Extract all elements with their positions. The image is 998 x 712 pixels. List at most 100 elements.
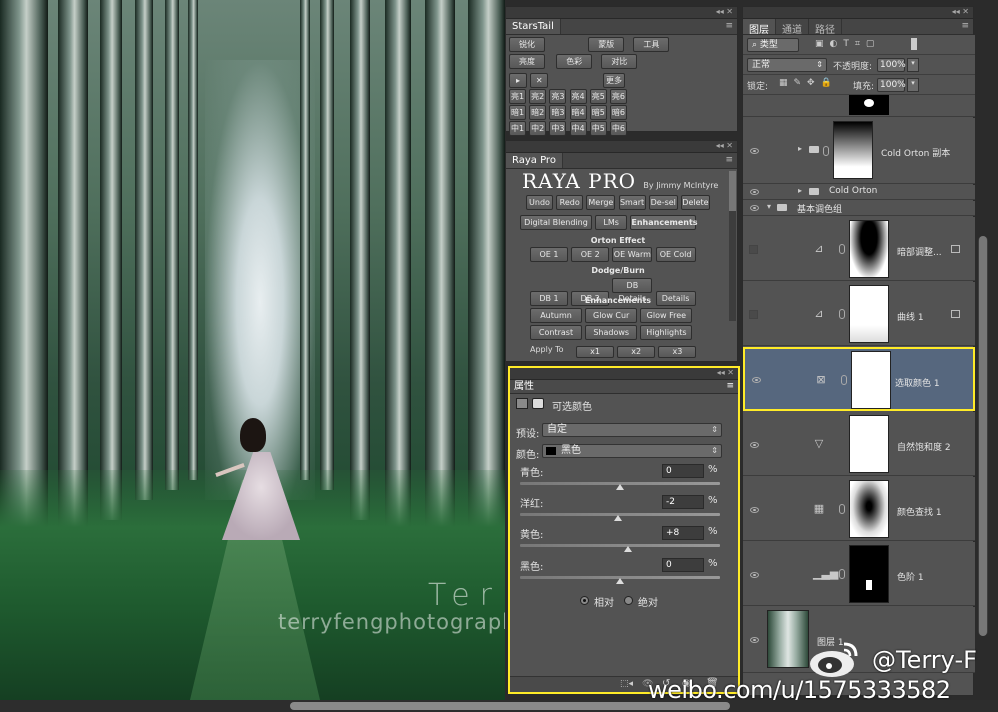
black-input[interactable]: 0 bbox=[662, 558, 704, 572]
tab-starstail[interactable]: StarsTail bbox=[506, 19, 561, 34]
properties-tab[interactable]: 属性 ≡ bbox=[510, 380, 738, 394]
delete-button[interactable]: Delete bbox=[680, 195, 710, 210]
layer-row-cold-orton-copy[interactable]: ▸ Cold Orton 副本 bbox=[743, 118, 975, 184]
visibility-eye-icon[interactable] bbox=[750, 572, 759, 578]
glow-free-button[interactable]: Glow Free bbox=[640, 308, 693, 323]
layer-name[interactable]: 暗部调整... bbox=[897, 245, 942, 258]
undo-button[interactable]: Undo bbox=[526, 195, 553, 210]
play-icon[interactable]: ▸ bbox=[509, 73, 527, 88]
visibility-toggle-off[interactable] bbox=[749, 310, 758, 319]
blend-mode-select[interactable]: 正常 ⇕ bbox=[747, 58, 827, 72]
layer-row-levels[interactable]: ▁▃▅ 色阶 1 bbox=[743, 542, 975, 606]
starstail-button[interactable]: 中5 bbox=[589, 121, 607, 136]
tab-lms[interactable]: LMs bbox=[595, 215, 628, 230]
layer-thumbnail[interactable] bbox=[767, 610, 809, 668]
layer-mask-thumbnail[interactable] bbox=[849, 220, 889, 278]
opacity-input[interactable]: 100% bbox=[877, 58, 906, 72]
preset-select[interactable]: 自定 ⇕ bbox=[542, 423, 722, 437]
starstail-button[interactable]: 色彩 bbox=[556, 54, 593, 69]
filter-icons[interactable]: ▣◐T⌗▢ bbox=[815, 39, 880, 49]
layer-row-selective-color[interactable]: ⊠ 选取颜色 1 bbox=[743, 347, 975, 411]
layer-row-shadow-adjust[interactable]: ⊿ 暗部调整... bbox=[743, 217, 975, 281]
tab-layers[interactable]: 图层 bbox=[743, 19, 776, 36]
highlights-button[interactable]: Highlights bbox=[640, 325, 693, 340]
layer-name[interactable]: 选取颜色 1 bbox=[895, 376, 940, 389]
layer-name[interactable]: 色阶 1 bbox=[897, 570, 924, 583]
layer-group-basic-color[interactable]: ▾ 基本调色组 bbox=[743, 201, 975, 216]
tab-channels[interactable]: 通道 bbox=[776, 19, 809, 36]
glow-cur-button[interactable]: Glow Cur bbox=[585, 308, 638, 323]
oe2-button[interactable]: OE 2 bbox=[571, 247, 610, 262]
layer-mask-thumbnail[interactable] bbox=[849, 480, 889, 538]
layer-row-cold-orton[interactable]: ▸ Cold Orton bbox=[743, 185, 975, 200]
relative-radio[interactable] bbox=[580, 596, 589, 605]
visibility-eye-icon[interactable] bbox=[750, 507, 759, 513]
layer-name[interactable]: 颜色查找 1 bbox=[897, 505, 942, 518]
layer-name[interactable]: 基本调色组 bbox=[797, 202, 842, 215]
starstail-button[interactable]: 中1 bbox=[509, 121, 526, 136]
raya-scroll-thumb[interactable] bbox=[729, 171, 736, 211]
raya-scrollbar[interactable] bbox=[729, 171, 736, 321]
panel-menu-icon[interactable]: ≡ bbox=[725, 155, 733, 165]
visibility-eye-icon[interactable] bbox=[750, 637, 759, 643]
visibility-eye-icon[interactable] bbox=[750, 189, 759, 195]
visibility-toggle-off[interactable] bbox=[749, 245, 758, 254]
layer-row-curves[interactable]: ⊿ 曲线 1 bbox=[743, 282, 975, 346]
filter-toggle-icon[interactable] bbox=[911, 38, 917, 50]
starstail-button[interactable]: 中4 bbox=[569, 121, 587, 136]
panel-menu-icon[interactable]: ≡ bbox=[725, 21, 733, 31]
db-details-button[interactable]: DB Details bbox=[612, 278, 653, 303]
tab-digital-blending[interactable]: Digital Blending bbox=[520, 215, 592, 230]
clip-to-layer-icon[interactable]: ⬚◂ bbox=[620, 679, 633, 689]
opacity-dropdown-icon[interactable]: ▾ bbox=[907, 58, 919, 72]
panel-menu-icon[interactable]: ≡ bbox=[961, 21, 969, 31]
link-icon[interactable] bbox=[839, 244, 845, 254]
starstail-button[interactable]: 暗4 bbox=[569, 105, 587, 120]
collapse-icon[interactable]: ◂◂ ✕ bbox=[716, 7, 733, 16]
starstail-button[interactable]: 中3 bbox=[549, 121, 567, 136]
starstail-button[interactable]: 蒙版 bbox=[588, 37, 625, 52]
shadows-button[interactable]: Shadows bbox=[585, 325, 638, 340]
layer-mask-thumbnail[interactable] bbox=[849, 545, 889, 603]
layer-mask-thumbnail[interactable] bbox=[849, 415, 889, 473]
layer-name[interactable]: Cold Orton bbox=[829, 186, 877, 196]
starstail-button[interactable]: 工具 bbox=[633, 37, 670, 52]
magenta-input[interactable]: -2 bbox=[662, 495, 704, 509]
starstail-button[interactable]: 对比 bbox=[601, 54, 638, 69]
magenta-slider-thumb[interactable] bbox=[614, 515, 622, 521]
starstail-button[interactable]: 锐化 bbox=[509, 37, 545, 52]
cyan-slider-thumb[interactable] bbox=[616, 484, 624, 490]
link-icon[interactable] bbox=[823, 146, 829, 156]
visibility-eye-icon[interactable] bbox=[750, 148, 759, 154]
contrast-button[interactable]: Contrast bbox=[530, 325, 582, 340]
layer-row-vibrance[interactable]: ▽ 自然饱和度 2 bbox=[743, 412, 975, 476]
mask-icon[interactable] bbox=[532, 398, 544, 409]
starstail-button[interactable]: 亮5 bbox=[589, 89, 607, 104]
link-icon[interactable] bbox=[839, 569, 845, 579]
stop-icon[interactable]: ✕ bbox=[530, 73, 549, 88]
merge-button[interactable]: Merge bbox=[586, 195, 616, 210]
collapse-icon[interactable]: ◂◂ ✕ bbox=[716, 141, 733, 150]
tab-enhancements[interactable]: Enhancements bbox=[630, 215, 698, 230]
oe-warm-button[interactable]: OE Warm bbox=[612, 247, 653, 262]
tab-raya-pro[interactable]: Raya Pro bbox=[506, 153, 563, 168]
document-canvas[interactable]: Terry F terryfengphotography.lofter.com bbox=[0, 0, 505, 700]
black-slider-thumb[interactable] bbox=[616, 578, 624, 584]
layer-mask-thumbnail[interactable] bbox=[849, 285, 889, 343]
starstail-button[interactable]: 中6 bbox=[609, 121, 627, 136]
starstail-button[interactable]: 亮度 bbox=[509, 54, 545, 69]
starstail-button[interactable]: 暗6 bbox=[609, 105, 627, 120]
horizontal-scroll-thumb[interactable] bbox=[290, 702, 730, 710]
oe-cold-button[interactable]: OE Cold bbox=[655, 247, 696, 262]
apply-x1-button[interactable]: x1 bbox=[576, 346, 614, 358]
expand-arrow-icon[interactable]: ▸ bbox=[798, 186, 802, 195]
starstail-button[interactable]: 亮4 bbox=[569, 89, 587, 104]
collapse-arrow-icon[interactable]: ▾ bbox=[767, 202, 771, 211]
visibility-eye-icon[interactable] bbox=[750, 442, 759, 448]
starstail-button[interactable]: 亮2 bbox=[529, 89, 547, 104]
tab-paths[interactable]: 路径 bbox=[809, 19, 842, 36]
yellow-slider-track[interactable] bbox=[520, 544, 720, 547]
layer-mask-thumbnail[interactable] bbox=[851, 351, 891, 409]
layer-row-color-lookup[interactable]: ▦ 颜色查找 1 bbox=[743, 477, 975, 541]
collapse-icon[interactable]: ◂◂ ✕ bbox=[952, 7, 969, 16]
